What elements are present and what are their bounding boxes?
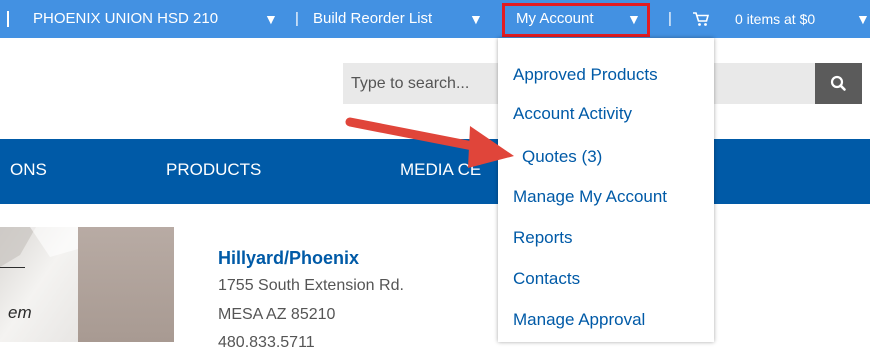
my-account-highlight <box>502 3 650 37</box>
reorder-dropdown-arrow[interactable]: ▼ <box>469 11 483 27</box>
separator: | <box>668 10 672 27</box>
menu-item-account-activity[interactable]: Account Activity <box>513 104 632 124</box>
location-phone[interactable]: 480.833.5711 <box>218 334 315 352</box>
cart-dropdown-arrow[interactable]: ▼ <box>856 11 870 27</box>
shopping-cart-icon[interactable] <box>692 11 710 27</box>
cart-summary[interactable]: 0 items at $0 <box>735 11 815 27</box>
build-reorder-list-link[interactable]: Build Reorder List <box>313 10 432 27</box>
divider <box>7 11 9 27</box>
location-city: MESA AZ 85210 <box>218 306 336 323</box>
image-caption: em <box>8 303 32 322</box>
search-button[interactable] <box>815 63 862 104</box>
organization-dropdown-arrow[interactable]: ▼ <box>264 11 278 27</box>
nav-item-products[interactable]: PRODUCTS <box>166 160 261 180</box>
top-bar: PHOENIX UNION HSD 210 ▼ | Build Reorder … <box>0 0 870 38</box>
nav-item-solutions[interactable]: ONS <box>10 160 47 180</box>
nav-item-media-center[interactable]: MEDIA CE <box>400 160 481 180</box>
menu-item-manage-my-account[interactable]: Manage My Account <box>513 187 667 207</box>
separator: | <box>295 10 299 27</box>
location-image <box>0 227 174 342</box>
my-account-dropdown: Approved Products Account Activity Quote… <box>498 38 714 342</box>
menu-item-reports[interactable]: Reports <box>513 228 573 248</box>
search-icon <box>830 75 846 91</box>
location-name[interactable]: Hillyard/Phoenix <box>218 248 359 269</box>
organization-selector[interactable]: PHOENIX UNION HSD 210 <box>33 10 218 27</box>
location-photo <box>0 227 174 342</box>
menu-item-approved-products[interactable]: Approved Products <box>513 65 658 85</box>
divider <box>0 267 25 268</box>
menu-item-manage-approval[interactable]: Manage Approval <box>513 310 645 330</box>
location-street: 1755 South Extension Rd. <box>218 277 404 294</box>
menu-item-quotes[interactable]: Quotes (3) <box>522 147 602 167</box>
menu-item-contacts[interactable]: Contacts <box>513 269 580 289</box>
